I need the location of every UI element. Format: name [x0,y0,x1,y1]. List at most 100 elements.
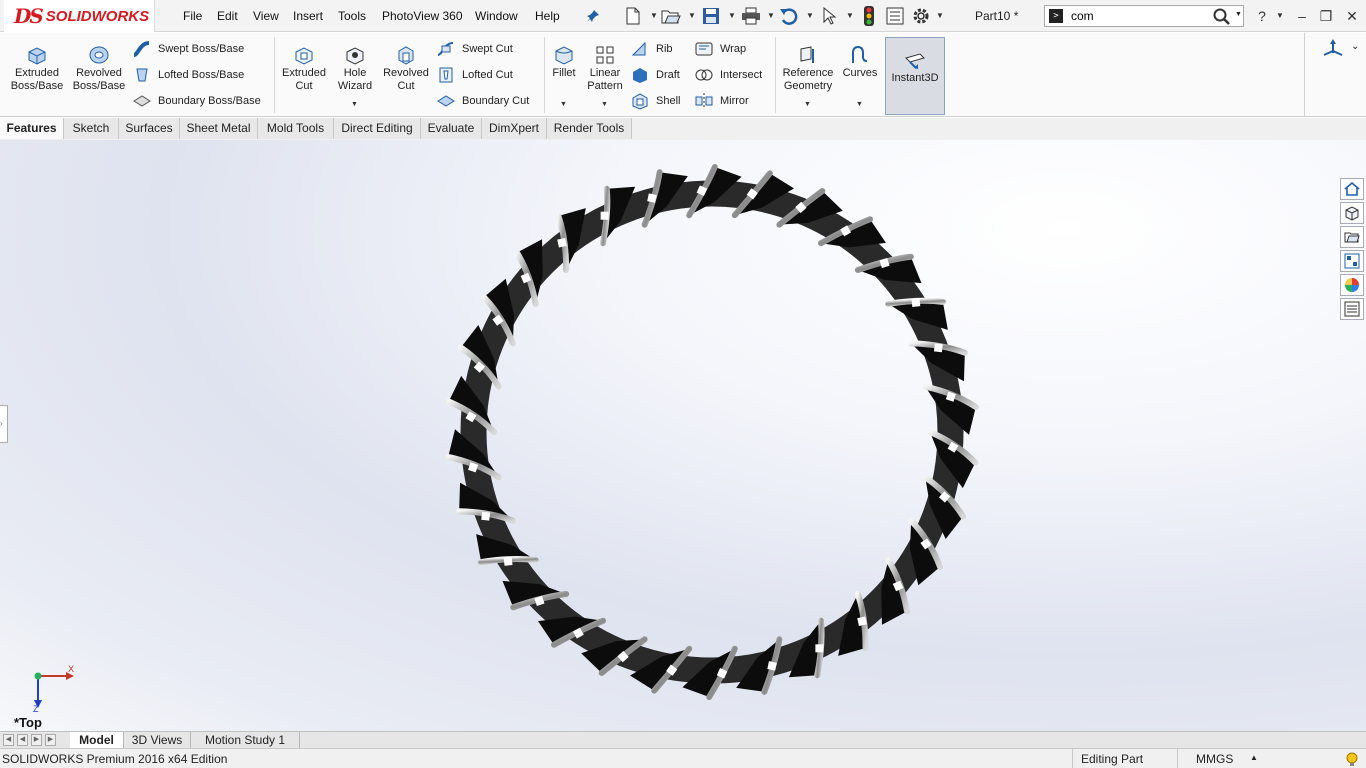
restore-button[interactable]: ❐ [1316,6,1336,26]
undo-icon[interactable] [778,5,800,27]
wrap-button[interactable]: Wrap [694,38,746,60]
help-dropdown-icon[interactable]: ▼ [1276,11,1284,20]
extruded-cut-button[interactable]: Extruded Cut [278,45,330,93]
unit-system[interactable]: MMGS [1196,752,1233,766]
rebuild-icon[interactable] [858,5,880,27]
open-dropdown-icon[interactable]: ▼ [688,11,696,20]
menu-photoview[interactable]: PhotoView 360 [382,9,463,23]
menu-view[interactable]: View [253,9,279,23]
viewport-prev-icon[interactable]: ◧ [1234,140,1252,142]
undo-dropdown-icon[interactable]: ▼ [806,11,814,20]
options-dropdown-icon[interactable]: ▼ [936,11,944,20]
file-properties-icon[interactable] [884,5,906,27]
search-input[interactable] [1071,8,1221,24]
viewport-restore-icon[interactable]: ❐ [1310,140,1328,142]
reference-geometry-button[interactable]: Reference Geometry [779,45,837,93]
reference-geometry-dropdown-icon[interactable]: ▼ [804,101,811,108]
search-icon[interactable] [1213,8,1231,26]
home-icon[interactable] [1340,178,1364,200]
viewport-close-icon[interactable]: ✕ [1337,140,1355,142]
viewport-minimize-icon[interactable]: – [1286,140,1304,142]
tab-features[interactable]: Features [0,118,64,139]
tab-sheet-metal[interactable]: Sheet Metal [180,118,258,139]
tab-mold-tools[interactable]: Mold Tools [258,118,334,139]
tab-motion-study[interactable]: Motion Study 1 [191,732,300,748]
mirror-button[interactable]: Mirror [694,90,749,112]
search-box[interactable]: > ▼ [1044,5,1244,27]
open-document-icon[interactable] [660,5,682,27]
menu-tools[interactable]: Tools [338,9,366,23]
fillet-dropdown-icon[interactable]: ▼ [560,101,567,108]
save-icon[interactable] [700,5,722,27]
curves-dropdown-icon[interactable]: ▼ [856,101,863,108]
swept-boss-button[interactable]: Swept Boss/Base [132,38,244,60]
close-button[interactable]: ✕ [1342,6,1362,26]
fillet-button[interactable]: Fillet [548,45,580,80]
rebuild-status-icon[interactable] [1344,751,1360,767]
tab-dimxpert[interactable]: DimXpert [482,118,547,139]
revolved-cut-button[interactable]: Revolved Cut [380,45,432,93]
tab-direct-editing[interactable]: Direct Editing [334,118,421,139]
panel-collapse-icon[interactable]: ⌄ [1351,41,1359,52]
last-tab-icon[interactable]: ▶ [45,734,56,746]
linear-pattern-dropdown-icon[interactable]: ▼ [601,101,608,108]
minimize-button[interactable]: – [1292,6,1312,26]
view-orientation-icon[interactable] [1321,39,1345,59]
boundary-boss-button[interactable]: Boundary Boss/Base [132,90,261,112]
menu-window[interactable]: Window [475,9,518,23]
select-cursor-icon[interactable] [818,5,840,27]
prev-tab-icon[interactable]: ◀ [17,734,28,746]
units-dropdown-icon[interactable]: ▲ [1250,753,1258,762]
new-dropdown-icon[interactable]: ▼ [650,11,658,20]
hole-wizard-button[interactable]: Hole Wizard [332,45,378,93]
menu-edit[interactable]: Edit [217,9,238,23]
solidworks-logo[interactable]: DS SOLIDWORKS [4,0,155,32]
next-tab-icon[interactable]: ▶ [31,734,42,746]
boundary-boss-label: Boundary Boss/Base [158,95,261,107]
revolved-boss-button[interactable]: Revolved Boss/Base [70,45,128,93]
curves-button[interactable]: Curves [840,45,880,80]
menu-insert[interactable]: Insert [293,9,323,23]
menu-help[interactable]: Help [535,9,560,23]
instant3d-button[interactable]: Instant3D [885,37,945,115]
graphics-area[interactable]: ◧ ◨ – ❐ ✕ › X Z *Top [0,140,1366,731]
draft-button[interactable]: Draft [630,64,680,86]
view-palette-icon[interactable] [1340,250,1364,272]
rib-button[interactable]: Rib [630,38,673,60]
appearances-icon[interactable] [1340,274,1364,296]
tab-evaluate[interactable]: Evaluate [421,118,482,139]
mirror-label: Mirror [720,95,749,107]
tab-model[interactable]: Model [70,732,124,748]
twisted-ring-model[interactable] [440,152,985,712]
select-dropdown-icon[interactable]: ▼ [846,11,854,20]
tab-surfaces[interactable]: Surfaces [119,118,180,139]
options-gear-icon[interactable] [910,5,932,27]
custom-properties-icon[interactable] [1340,298,1364,320]
save-dropdown-icon[interactable]: ▼ [728,11,736,20]
feature-tree-expand-handle[interactable]: › [0,405,8,443]
lofted-boss-button[interactable]: Lofted Boss/Base [132,64,244,86]
pin-icon[interactable] [582,5,604,27]
separator [775,37,776,113]
tab-sketch[interactable]: Sketch [64,118,119,139]
shell-button[interactable]: Shell [630,90,680,112]
boundary-cut-button[interactable]: Boundary Cut [436,90,529,112]
folder-icon[interactable] [1340,226,1364,248]
extruded-boss-button[interactable]: Extruded Boss/Base [8,45,66,93]
help-icon[interactable]: ? [1252,6,1272,26]
new-document-icon[interactable] [622,5,644,27]
first-tab-icon[interactable]: ◀ [3,734,14,746]
linear-pattern-button[interactable]: Linear Pattern [582,45,628,93]
intersect-button[interactable]: Intersect [694,64,762,86]
viewport-next-icon[interactable]: ◨ [1260,140,1278,142]
lofted-cut-button[interactable]: Lofted Cut [436,64,513,86]
print-icon[interactable] [740,5,762,27]
tab-3d-views[interactable]: 3D Views [124,732,191,748]
menu-file[interactable]: File [183,9,202,23]
hole-wizard-dropdown-icon[interactable]: ▼ [351,101,358,108]
search-dropdown-icon[interactable]: ▼ [1235,11,1242,18]
tab-render-tools[interactable]: Render Tools [547,118,632,139]
swept-cut-button[interactable]: Swept Cut [436,38,513,60]
print-dropdown-icon[interactable]: ▼ [767,11,775,20]
parts-icon[interactable] [1340,202,1364,224]
